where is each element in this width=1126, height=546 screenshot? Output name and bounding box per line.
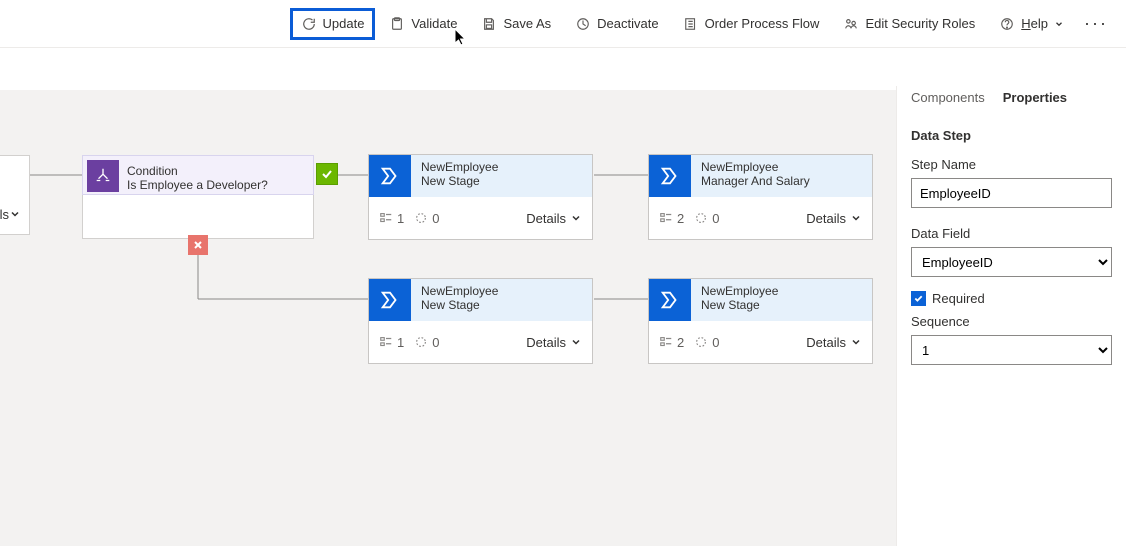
condition-node[interactable]: Condition Is Employee a Developer? [82,155,314,195]
stage-node[interactable]: NewEmployee New Stage 2 0 Details [648,278,873,364]
condition-title: Condition [127,164,303,178]
panel-section-title: Data Step [911,128,1112,143]
properties-panel: Components Properties Data Step Step Nam… [896,86,1126,546]
save-icon [481,16,497,32]
command-bar: Update Validate Save As Deactivate Order… [0,0,1126,48]
condition-no-badge [188,235,208,255]
stage-entity: NewEmployee [701,160,862,174]
details-toggle[interactable]: Details [526,335,582,350]
stage-entity: NewEmployee [701,284,862,298]
steps-count: 2 [659,211,684,226]
save-as-button[interactable]: Save As [471,8,561,40]
steps-count: 2 [659,335,684,350]
condition-icon [87,160,119,192]
save-as-label: Save As [503,16,551,31]
cycles-count: 0 [414,211,439,226]
validate-label: Validate [411,16,457,31]
tab-properties[interactable]: Properties [1003,90,1067,111]
cycles-count: 0 [414,335,439,350]
required-label: Required [932,291,985,306]
refresh-icon [301,16,317,32]
chevron-down-icon [1054,19,1064,29]
steps-count: 1 [379,211,404,226]
details-toggle[interactable]: Details [806,335,862,350]
required-checkbox[interactable] [911,291,926,306]
tab-components[interactable]: Components [911,90,985,111]
stage-partial-left[interactable]: ls [0,155,30,235]
sequence-select[interactable]: 1 [911,335,1112,365]
overflow-button[interactable]: ··· [1078,13,1114,34]
update-label: Update [323,16,365,31]
step-name-label: Step Name [911,157,1112,172]
stage-name: New Stage [421,298,582,312]
cycles-count: 0 [694,335,719,350]
deactivate-icon [575,16,591,32]
condition-subtitle: Is Employee a Developer? [127,178,303,192]
clipboard-icon [389,16,405,32]
stage-arrow-icon [649,155,691,197]
update-button[interactable]: Update [290,8,376,40]
order-flow-icon [683,16,699,32]
designer-canvas[interactable]: ls Condition Is Employee a Developer? [0,90,896,546]
deactivate-label: Deactivate [597,16,658,31]
edit-security-roles-button[interactable]: Edit Security Roles [833,8,985,40]
help-label: Help [1021,16,1048,31]
stage-entity: NewEmployee [421,160,582,174]
help-button[interactable]: Help [989,8,1074,40]
stage-arrow-icon [369,279,411,321]
deactivate-button[interactable]: Deactivate [565,8,668,40]
help-icon [999,16,1015,32]
details-toggle[interactable]: Details [806,211,862,226]
stage-node[interactable]: NewEmployee Manager And Salary 2 0 Detai… [648,154,873,240]
details-toggle[interactable]: Details [526,211,582,226]
stage-arrow-icon [369,155,411,197]
stage-node[interactable]: NewEmployee New Stage 1 0 Details [368,154,593,240]
order-process-flow-button[interactable]: Order Process Flow [673,8,830,40]
security-roles-icon [843,16,859,32]
panel-tabs: Components Properties [911,86,1112,112]
steps-count: 1 [379,335,404,350]
stage-entity: NewEmployee [421,284,582,298]
stage-node[interactable]: NewEmployee New Stage 1 0 Details [368,278,593,364]
condition-body[interactable] [82,195,314,239]
stage-name: New Stage [421,174,582,188]
chevron-down-icon [9,208,21,220]
data-field-select[interactable]: EmployeeID [911,247,1112,277]
condition-yes-badge [316,163,338,185]
stage-name: New Stage [701,298,862,312]
stage-name: Manager And Salary [701,174,862,188]
stage-arrow-icon [649,279,691,321]
step-name-input[interactable] [911,178,1112,208]
edit-security-label: Edit Security Roles [865,16,975,31]
data-field-label: Data Field [911,226,1112,241]
sequence-label: Sequence [911,314,1112,329]
cycles-count: 0 [694,211,719,226]
validate-button[interactable]: Validate [379,8,467,40]
partial-left-label: ls [0,207,9,222]
order-flow-label: Order Process Flow [705,16,820,31]
